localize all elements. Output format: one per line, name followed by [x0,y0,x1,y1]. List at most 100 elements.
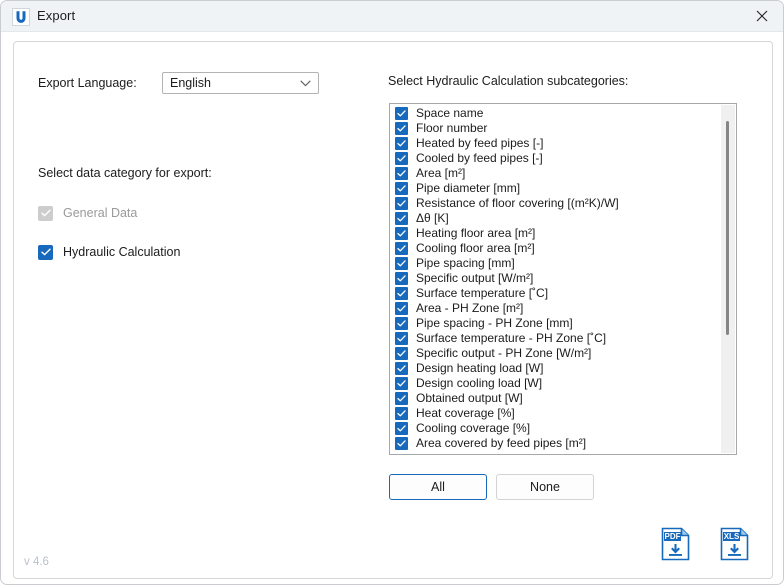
list-item[interactable]: Design cooling load [W] [390,376,720,391]
list-item-checkbox[interactable] [395,212,408,225]
list-item-checkbox[interactable] [395,272,408,285]
list-item[interactable]: Surface temperature - PH Zone [˚C] [390,331,720,346]
list-item-label: Pipe diameter [mm] [416,181,521,195]
data-category-label: Select data category for export: [38,166,212,180]
list-item-checkbox[interactable] [395,332,408,345]
chevron-down-icon [300,80,311,87]
list-item[interactable]: Heating floor area [m²] [390,226,720,241]
list-item-checkbox[interactable] [395,392,408,405]
list-item[interactable]: Cooling floor area [m²] [390,241,720,256]
list-item[interactable]: Heated by feed pipes [-] [390,136,720,151]
content-panel: Export Language: English Select data cat… [13,41,773,579]
select-all-button[interactable]: All [389,474,487,500]
list-item-checkbox[interactable] [395,407,408,420]
export-dialog-window: Export Export Language: English Select d… [0,0,784,585]
list-item-label: Cooled by feed pipes [-] [416,151,543,165]
list-item-label: Space name [416,106,484,120]
subcategories-label: Select Hydraulic Calculation subcategori… [388,74,629,88]
list-item-checkbox[interactable] [395,242,408,255]
list-item-checkbox[interactable] [395,302,408,315]
list-item-checkbox[interactable] [395,137,408,150]
svg-text:XLS: XLS [724,532,740,541]
list-item[interactable]: Δθ [K] [390,211,720,226]
list-item-label: Design cooling load [W] [416,376,543,390]
listbox-scrollbar-thumb[interactable] [726,121,729,335]
list-item[interactable]: Area - PH Zone [m²] [390,301,720,316]
version-label: v 4.6 [24,556,49,568]
list-item-label: Pipe spacing [mm] [416,256,515,270]
list-item[interactable]: Pipe spacing - PH Zone [mm] [390,316,720,331]
list-item-label: Cooling floor area [m²] [416,241,535,255]
list-item[interactable]: Heat coverage [%] [390,406,720,421]
list-item[interactable]: Specific output - PH Zone [W/m²] [390,346,720,361]
window-title: Export [37,8,76,23]
list-item-checkbox[interactable] [395,167,408,180]
list-item[interactable]: Resistance of floor covering [(m²K)/W] [390,196,720,211]
list-item-label: Heating floor area [m²] [416,226,536,240]
list-item[interactable]: Specific output [W/m²] [390,271,720,286]
list-item-label: Heated by feed pipes [-] [416,136,544,150]
list-item-label: Floor number [416,121,488,135]
pdf-download-icon: PDF [661,527,690,561]
checkbox-hydraulic-calculation-label: Hydraulic Calculation [63,245,181,259]
list-item-checkbox[interactable] [395,287,408,300]
list-item-label: Cooling coverage [%] [416,421,531,435]
list-item[interactable]: Design heating load [W] [390,361,720,376]
list-item[interactable]: Area covered by feed pipes [m²] [390,436,720,451]
list-item-checkbox[interactable] [395,257,408,270]
list-item-label: Specific output - PH Zone [W/m²] [416,346,592,360]
xls-download-icon: XLS [720,527,749,561]
close-icon [756,10,768,22]
checkbox-hydraulic-calculation[interactable]: Hydraulic Calculation [38,243,180,261]
subcategories-listbox[interactable]: Space name Floor number Heated by feed pip… [389,103,737,455]
export-pdf-button[interactable]: PDF [659,526,692,562]
list-item[interactable]: Pipe spacing [mm] [390,256,720,271]
u-logo-icon [11,7,30,26]
export-language-label: Export Language: [38,76,137,90]
list-item[interactable]: Area [m²] [390,166,720,181]
list-item-checkbox[interactable] [395,122,408,135]
list-item-label: Area - PH Zone [m²] [416,301,524,315]
close-button[interactable] [739,1,783,31]
list-item-label: Design heating load [W] [416,361,544,375]
select-none-label: None [530,480,560,494]
list-item[interactable]: Surface temperature [˚C] [390,286,720,301]
checkbox-general-data-label: General Data [63,206,138,220]
list-item-checkbox[interactable] [395,422,408,435]
list-item-label: Surface temperature - PH Zone [˚C] [416,331,607,345]
export-language-select[interactable]: English [162,72,319,94]
checkbox-hydraulic-calculation-box[interactable] [38,244,53,260]
list-item-label: Surface temperature [˚C] [416,286,549,300]
list-item-label: Δθ [K] [416,211,449,225]
export-xls-button[interactable]: XLS [718,526,751,562]
list-item-checkbox[interactable] [395,152,408,165]
list-item-checkbox[interactable] [395,317,408,330]
list-item-checkbox[interactable] [395,107,408,120]
list-item[interactable]: Cooling coverage [%] [390,421,720,436]
export-language-value: English [170,76,211,90]
list-item[interactable]: Obtained output [W] [390,391,720,406]
list-item[interactable]: Floor number [390,121,720,136]
list-item-checkbox[interactable] [395,437,408,450]
list-item-checkbox[interactable] [395,182,408,195]
select-all-label: All [431,480,445,494]
list-item-checkbox[interactable] [395,197,408,210]
list-item-label: Resistance of floor covering [(m²K)/W] [416,196,619,210]
listbox-scrollbar[interactable] [721,105,735,453]
list-item-checkbox[interactable] [395,227,408,240]
select-none-button[interactable]: None [496,474,594,500]
list-item-checkbox[interactable] [395,377,408,390]
list-item-checkbox[interactable] [395,362,408,375]
title-bar: Export [1,1,783,32]
list-item-checkbox[interactable] [395,347,408,360]
list-item-label: Heat coverage [%] [416,406,515,420]
list-item[interactable]: Space name [390,106,720,121]
list-item-label: Specific output [W/m²] [416,271,534,285]
list-item-label: Pipe spacing - PH Zone [mm] [416,316,573,330]
list-item-label: Obtained output [W] [416,391,523,405]
list-item-label: Area covered by feed pipes [m²] [416,436,587,450]
list-item[interactable]: Pipe diameter [mm] [390,181,720,196]
list-item-label: Area [m²] [416,166,466,180]
list-item[interactable]: Cooled by feed pipes [-] [390,151,720,166]
svg-text:PDF: PDF [665,532,681,541]
